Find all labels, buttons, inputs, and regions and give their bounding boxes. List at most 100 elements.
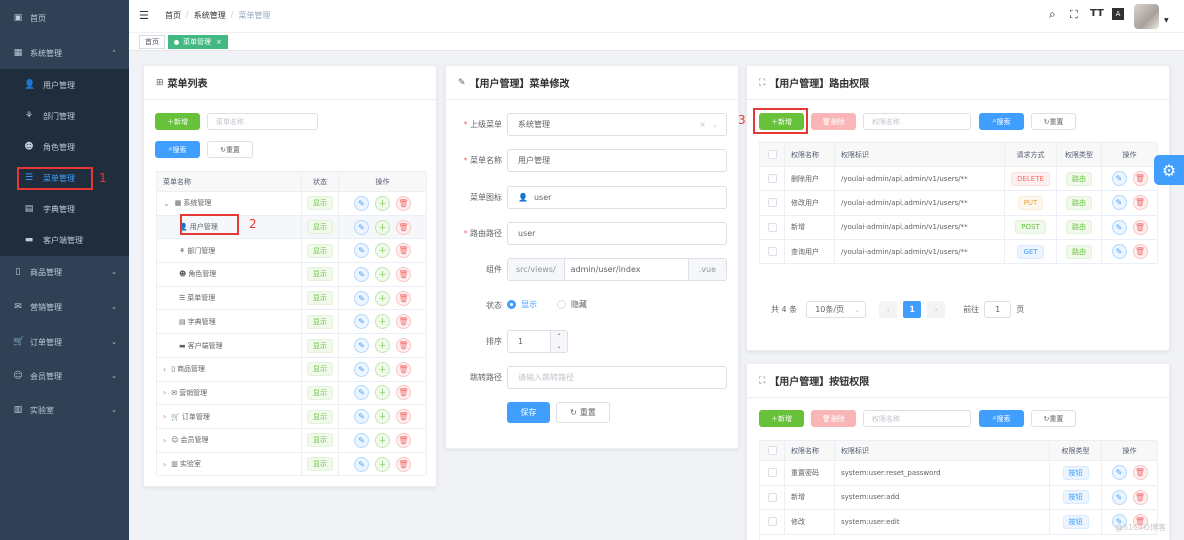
- row-checkbox[interactable]: [767, 517, 777, 527]
- trash-icon[interactable]: 🗑: [396, 243, 411, 259]
- hamburger-icon[interactable]: ☰: [139, 9, 149, 22]
- plus-icon[interactable]: ＋: [375, 195, 390, 211]
- edit-icon[interactable]: ✎: [354, 195, 369, 211]
- add-menu-button[interactable]: ＋ 新增: [155, 113, 200, 130]
- plus-icon[interactable]: ＋: [375, 338, 390, 354]
- decrease-icon[interactable]: ⌄: [550, 341, 567, 352]
- sidebar-item-lab[interactable]: ▥ 实验室 ⌄: [0, 394, 129, 426]
- delete-route-permission-button[interactable]: 🗑 删除: [811, 113, 856, 130]
- chevron-down-icon[interactable]: ⌄: [712, 121, 718, 129]
- delete-button-permission-button[interactable]: 🗑 删除: [811, 410, 856, 427]
- trash-icon[interactable]: 🗑: [1132, 219, 1148, 235]
- edit-icon[interactable]: ✎: [1111, 465, 1127, 481]
- expand-icon[interactable]: ›: [163, 412, 166, 421]
- trash-icon[interactable]: 🗑: [396, 290, 411, 306]
- plus-icon[interactable]: ＋: [375, 432, 390, 448]
- expand-icon[interactable]: ⌄: [163, 199, 170, 208]
- trash-icon[interactable]: 🗑: [396, 195, 411, 211]
- edit-icon[interactable]: ✎: [354, 266, 369, 282]
- reset-button[interactable]: ↻ 重置: [1031, 410, 1076, 427]
- trash-icon[interactable]: 🗑: [396, 361, 411, 377]
- trash-icon[interactable]: 🗑: [396, 385, 411, 401]
- redirect-path-field[interactable]: 请输入跳转路径: [507, 366, 727, 389]
- breadcrumb-home[interactable]: 首页: [165, 10, 181, 21]
- sidebar-item-goods[interactable]: ▯ 商品管理 ⌄: [0, 256, 129, 288]
- reset-button[interactable]: ↻ 重置: [207, 141, 253, 158]
- plus-icon[interactable]: ＋: [375, 456, 390, 472]
- expand-icon[interactable]: ›: [163, 388, 166, 397]
- save-button[interactable]: 保存: [507, 402, 550, 423]
- trash-icon[interactable]: 🗑: [396, 219, 411, 235]
- edit-icon[interactable]: ✎: [354, 361, 369, 377]
- page-1-button[interactable]: 1: [903, 301, 922, 318]
- avatar[interactable]: [1134, 4, 1159, 29]
- plus-icon[interactable]: ＋: [375, 266, 390, 282]
- status-radio-hide[interactable]: 隐藏: [557, 299, 587, 310]
- edit-icon[interactable]: ✎: [354, 456, 369, 472]
- sidebar-item-home[interactable]: ▣ 首页: [0, 2, 129, 34]
- menu-name-field[interactable]: 用户管理: [507, 149, 727, 172]
- permission-name-input[interactable]: 权限名称: [863, 410, 971, 427]
- search-button[interactable]: ⌕ 搜索: [155, 141, 200, 158]
- sidebar-item-order[interactable]: 🛒 订单管理 ⌄: [0, 326, 129, 358]
- add-button-permission-button[interactable]: ＋ 新增: [759, 410, 804, 427]
- row-checkbox[interactable]: [767, 468, 777, 478]
- trash-icon[interactable]: 🗑: [1132, 171, 1148, 187]
- next-page-button[interactable]: ›: [927, 301, 946, 318]
- expand-icon[interactable]: ›: [163, 365, 166, 374]
- edit-icon[interactable]: ✎: [1111, 244, 1127, 260]
- clear-icon[interactable]: ×: [699, 120, 706, 129]
- page-size-select[interactable]: 10条/页 ⌄: [806, 301, 867, 318]
- plus-icon[interactable]: ＋: [375, 361, 390, 377]
- prev-page-button[interactable]: ‹: [879, 301, 898, 318]
- edit-icon[interactable]: ✎: [354, 338, 369, 354]
- row-checkbox[interactable]: [767, 174, 777, 184]
- breadcrumb-system[interactable]: 系统管理: [194, 10, 226, 21]
- trash-icon[interactable]: 🗑: [396, 456, 411, 472]
- row-checkbox[interactable]: [767, 198, 777, 208]
- plus-icon[interactable]: ＋: [375, 409, 390, 425]
- edit-icon[interactable]: ✎: [1111, 195, 1127, 211]
- select-all-checkbox[interactable]: [767, 150, 777, 159]
- select-all-checkbox[interactable]: [767, 446, 777, 455]
- trash-icon[interactable]: 🗑: [1132, 489, 1148, 505]
- tag-home[interactable]: 首页: [139, 35, 165, 49]
- sidebar-item-user[interactable]: 👤 用户管理: [0, 69, 129, 101]
- search-icon[interactable]: ⌕: [1049, 7, 1056, 22]
- plus-icon[interactable]: ＋: [375, 243, 390, 259]
- sort-stepper[interactable]: 1 ⌃ ⌄: [507, 330, 568, 353]
- sidebar-item-dept[interactable]: ⚘ 部门管理: [0, 100, 129, 132]
- row-checkbox[interactable]: [767, 222, 777, 232]
- status-radio-show[interactable]: 显示: [507, 299, 537, 310]
- edit-icon[interactable]: ✎: [354, 409, 369, 425]
- expand-icon[interactable]: ›: [163, 460, 166, 469]
- font-size-icon[interactable]: TT: [1090, 8, 1104, 19]
- sidebar-item-system[interactable]: ▦ 系统管理 ⌃: [0, 37, 129, 69]
- parent-menu-select[interactable]: 系统管理 × ⌄: [507, 113, 727, 136]
- sidebar-item-dict[interactable]: ▤ 字典管理: [0, 193, 129, 225]
- row-checkbox[interactable]: [767, 247, 777, 257]
- trash-icon[interactable]: 🗑: [396, 338, 411, 354]
- route-path-field[interactable]: user: [507, 222, 727, 245]
- search-button[interactable]: ⌕ 搜索: [979, 113, 1024, 130]
- sidebar-item-marketing[interactable]: ✉ 营销管理 ⌄: [0, 291, 129, 323]
- trash-icon[interactable]: 🗑: [1132, 195, 1148, 211]
- reset-button[interactable]: ↻ 重置: [1031, 113, 1076, 130]
- chevron-down-icon[interactable]: ▼: [1164, 17, 1169, 24]
- tag-menu-manage[interactable]: 菜单管理 ×: [168, 35, 228, 49]
- sidebar-item-member[interactable]: ☺ 会员管理 ⌄: [0, 360, 129, 392]
- fullscreen-icon[interactable]: ⛶: [1070, 8, 1078, 22]
- edit-icon[interactable]: ✎: [1111, 171, 1127, 187]
- settings-button[interactable]: ⚙: [1154, 155, 1184, 185]
- trash-icon[interactable]: 🗑: [1132, 465, 1148, 481]
- reset-form-button[interactable]: ↻ 重置: [556, 402, 610, 423]
- edit-icon[interactable]: ✎: [354, 243, 369, 259]
- trash-icon[interactable]: 🗑: [396, 432, 411, 448]
- sidebar-item-client[interactable]: ▬ 客户端管理: [0, 224, 129, 256]
- close-icon[interactable]: ×: [216, 38, 222, 46]
- trash-icon[interactable]: 🗑: [396, 314, 411, 330]
- menu-name-input[interactable]: 菜单名称: [207, 113, 318, 130]
- permission-name-input[interactable]: 权限名称: [863, 113, 971, 130]
- trash-icon[interactable]: 🗑: [396, 266, 411, 282]
- edit-icon[interactable]: ✎: [354, 432, 369, 448]
